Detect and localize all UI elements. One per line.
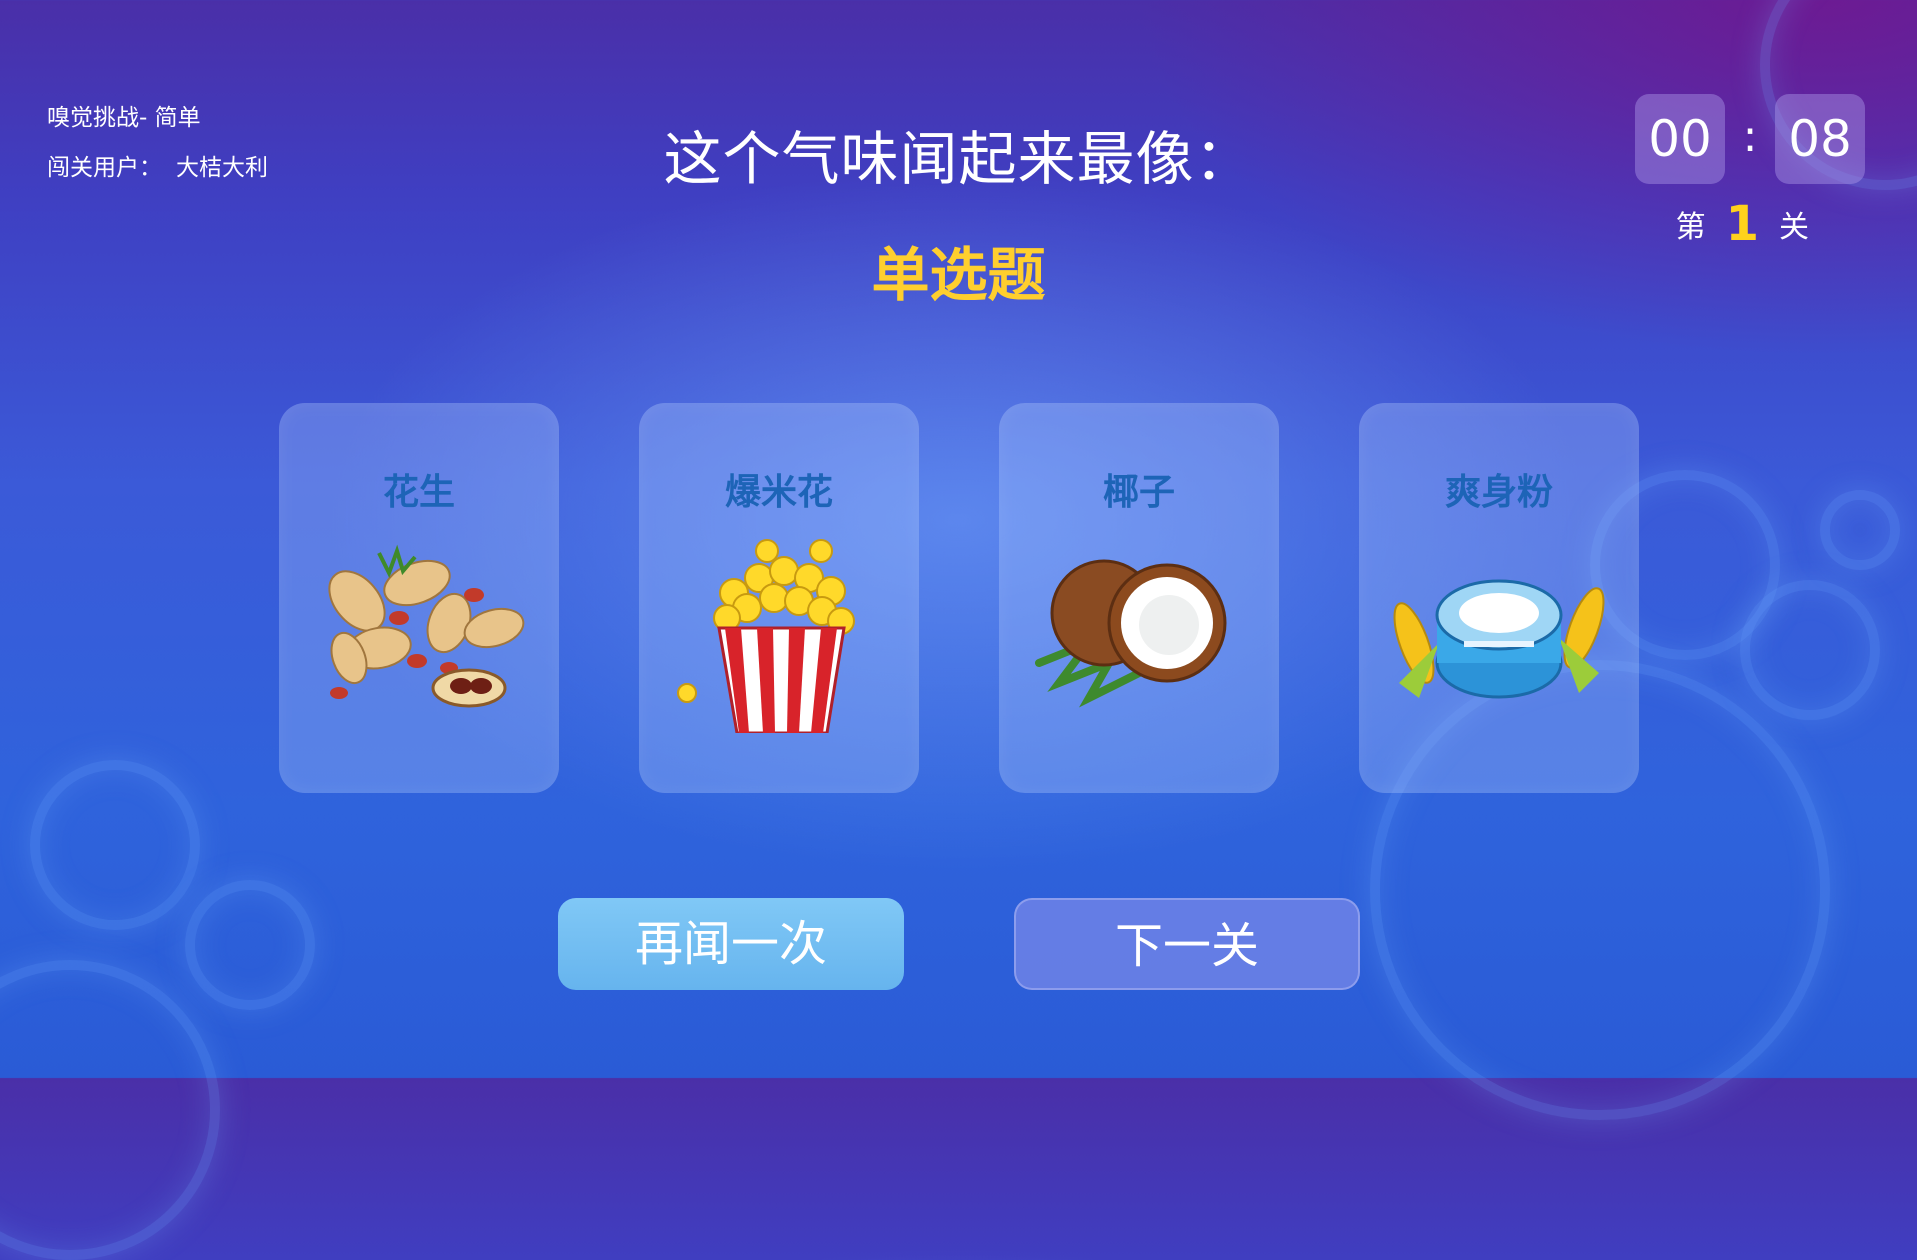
level-number: 1 (1725, 196, 1759, 252)
option-label: 爆米花 (724, 472, 833, 513)
talcum-powder-icon (1393, 579, 1605, 699)
option-label: 花生 (382, 472, 455, 513)
question-title: 这个气味闻起来最像： (663, 125, 1254, 193)
bubble-decoration (1820, 490, 1900, 570)
question-type: 单选题 (871, 241, 1046, 309)
option-card-peanut[interactable]: 花生 (279, 403, 559, 793)
peanut-icon (328, 544, 525, 708)
smell-again-button[interactable]: 再闻一次 (558, 898, 904, 990)
coconut-icon (1035, 559, 1227, 708)
level-prefix: 第 (1675, 210, 1706, 245)
countdown-timer: 00 : 08 (1635, 94, 1865, 184)
popcorn-icon (677, 539, 855, 733)
option-card-popcorn[interactable]: 爆米花 (639, 403, 919, 793)
option-card-talcum-powder[interactable]: 爽身粉 (1359, 403, 1639, 793)
bubble-decoration (30, 760, 200, 930)
bubble-decoration (0, 960, 220, 1260)
timer-seconds: 08 (1775, 94, 1865, 184)
timer-minutes: 00 (1635, 94, 1725, 184)
option-label: 爽身粉 (1444, 472, 1553, 513)
level-indicator: 第 1 关 (1676, 200, 1809, 248)
next-level-button[interactable]: 下一关 (1014, 898, 1360, 990)
option-label: 椰子 (1102, 472, 1175, 513)
bubble-decoration (1740, 580, 1880, 720)
bubble-decoration (185, 880, 315, 1010)
timer-separator: : (1742, 111, 1758, 162)
level-suffix: 关 (1779, 210, 1809, 245)
option-card-coconut[interactable]: 椰子 (999, 403, 1279, 793)
